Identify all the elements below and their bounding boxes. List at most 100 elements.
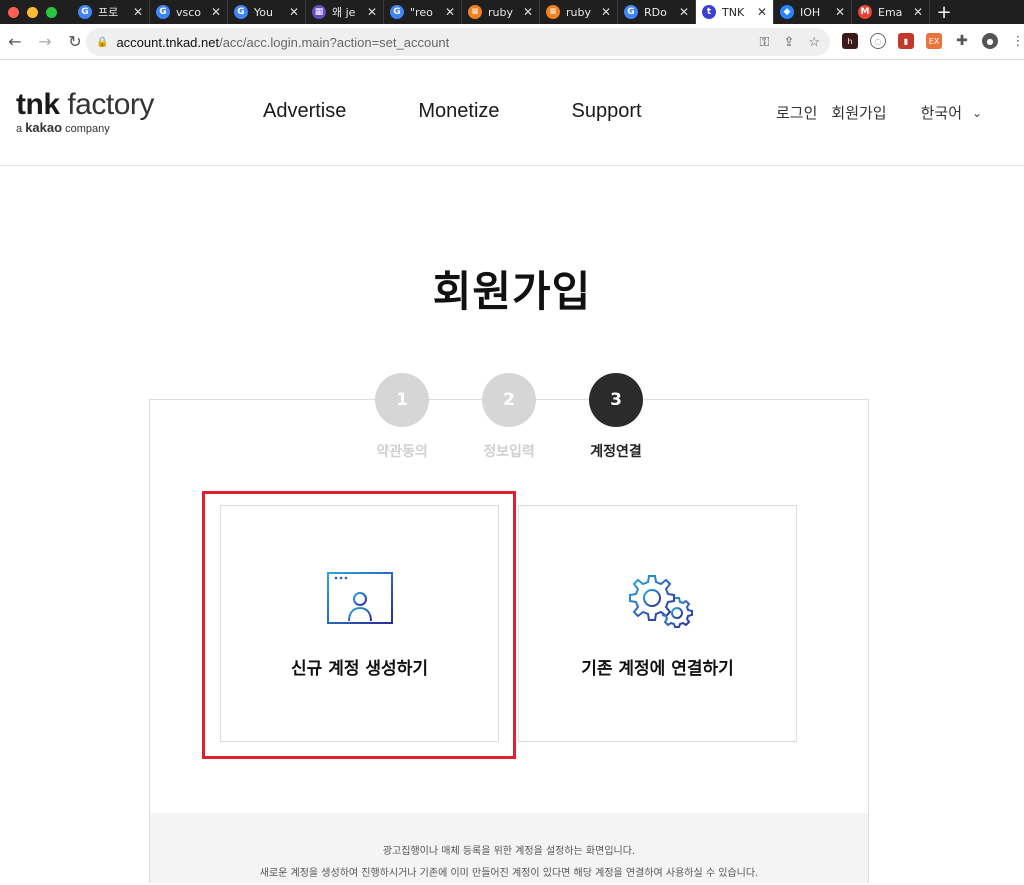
tab-close-icon[interactable]: ✕	[445, 5, 455, 19]
tab-close-icon[interactable]: ✕	[679, 5, 689, 19]
step-2: 2 정보입력	[464, 373, 554, 461]
chevron-down-icon: ⌄	[972, 105, 983, 120]
maximize-window-button[interactable]	[46, 6, 57, 18]
nav-monetize[interactable]: Monetize	[418, 100, 499, 123]
step-1-label: 약관동의	[376, 444, 428, 460]
tab-close-icon[interactable]: ✕	[757, 5, 767, 19]
tab-favicon-icon: ≡	[546, 5, 560, 19]
tab-favicon-icon: ◆	[780, 5, 794, 19]
lock-icon: 🔒	[96, 36, 109, 48]
nav-support[interactable]: Support	[572, 100, 642, 123]
step-3: 3 계정연결	[571, 373, 661, 461]
tab-favicon-icon: G	[156, 5, 170, 19]
tab-title: Ema	[878, 5, 903, 19]
tab-close-icon[interactable]: ✕	[601, 5, 611, 19]
notice-box: 광고집행이나 매체 등록을 위한 계정을 설정하는 화면입니다. 새로운 계정을…	[149, 813, 869, 883]
extension-book-icon[interactable]: ▮	[898, 33, 914, 49]
tab-title: "reo	[410, 5, 433, 19]
nav-advertise[interactable]: Advertise	[263, 100, 346, 123]
tab-favicon-icon: M	[858, 5, 872, 19]
main-nav: Advertise Monetize Support	[263, 100, 714, 123]
browser-tab[interactable]: ≡ ruby ✕	[540, 0, 618, 24]
tab-favicon-icon: t	[702, 5, 716, 19]
back-icon[interactable]: ←	[0, 32, 30, 51]
profile-avatar[interactable]: ●	[982, 33, 998, 49]
window-controls	[0, 6, 72, 18]
browser-tab-strip: G 프로 ✕ Gvsco ✕ G You ✕ ▦ 왜 je ✕ G "reo ✕ ≡ ruby ✕ ≡ ruby ✕ G…	[0, 0, 1024, 24]
language-label: 한국어	[920, 104, 963, 122]
puzzle-icon[interactable]: ✚	[954, 33, 970, 49]
browser-toolbar: ← → ↻ 🔒 account.tnkad.net/acc/acc.login.…	[0, 24, 1024, 60]
link-existing-account-card[interactable]: 기존 계정에 연결하기	[518, 505, 797, 742]
extension-ex-icon[interactable]: EX	[926, 33, 942, 49]
tab-favicon-icon: G	[234, 5, 248, 19]
tab-title: vsco	[176, 5, 202, 19]
minimize-window-button[interactable]	[27, 6, 38, 18]
link-existing-account-label: 기존 계정에 연결하기	[581, 659, 734, 679]
key-icon[interactable]: ⚿	[760, 34, 770, 50]
step-1: 1 약관동의	[357, 373, 447, 461]
forward-icon[interactable]: →	[30, 32, 60, 51]
tab-close-icon[interactable]: ✕	[835, 5, 845, 19]
tab-close-icon[interactable]: ✕	[523, 5, 533, 19]
close-window-button[interactable]	[8, 6, 19, 18]
notice-line-2: 새로운 계정을 생성하여 진행하시거나 기존에 이미 만들어진 계정이 있다면 …	[259, 868, 759, 879]
new-tab-button[interactable]: +	[930, 2, 958, 23]
signup-link[interactable]: 회원가입	[831, 102, 886, 123]
tab-title: You	[254, 5, 273, 19]
browser-tab[interactable]: M Ema ✕	[852, 0, 930, 24]
browser-tab[interactable]: G 프로 ✕	[72, 0, 150, 24]
tab-close-icon[interactable]: ✕	[133, 5, 143, 19]
logo-tnk: tnk	[16, 88, 60, 121]
language-select[interactable]: 한국어 ⌄	[921, 102, 996, 123]
share-icon[interactable]: ⇪	[783, 34, 794, 50]
extension-red-icon[interactable]: h	[842, 33, 858, 49]
tab-title: ruby	[566, 5, 591, 19]
login-link[interactable]: 로그인	[776, 102, 817, 123]
browser-tab[interactable]: ▦ 왜 je ✕	[306, 0, 384, 24]
tab-close-icon[interactable]: ✕	[289, 5, 299, 19]
extensions-bar: h ◌ ▮ EX ✚ ● ⋮	[842, 33, 1024, 49]
step-3-label: 계정연결	[590, 444, 642, 460]
address-bar[interactable]: 🔒 account.tnkad.net/acc/acc.login.main?a…	[86, 28, 830, 56]
page-title: 회원가입	[432, 267, 592, 316]
tab-favicon-icon: ≡	[468, 5, 482, 19]
tab-title: IOH	[800, 5, 821, 19]
extension-circle-icon[interactable]: ◌	[870, 33, 886, 49]
browser-tab[interactable]: G "reo ✕	[384, 0, 462, 24]
logo-sub-a: a	[16, 123, 23, 135]
browser-tab[interactable]: G You ✕	[228, 0, 306, 24]
tab-close-icon[interactable]: ✕	[913, 5, 923, 19]
site-header: tnk factory a kakao company Advertise Mo…	[0, 60, 1024, 166]
browser-tab[interactable]: G RDo ✕	[618, 0, 696, 24]
tab-close-icon[interactable]: ✕	[211, 5, 221, 19]
browser-tabs: G 프로 ✕ Gvsco ✕ G You ✕ ▦ 왜 je ✕ G "reo ✕ ≡ ruby ✕ ≡ ruby ✕ G…	[72, 0, 930, 24]
notice-line-1: 광고집행이나 매체 등록을 위한 계정을 설정하는 화면입니다.	[382, 846, 636, 857]
logo-sub-company: company	[65, 123, 110, 135]
tab-title: 왜 je	[332, 6, 356, 19]
step-1-number: 1	[375, 373, 429, 427]
menu-dots-icon[interactable]: ⋮	[1010, 33, 1024, 49]
tab-title: ruby	[488, 5, 513, 19]
tab-close-icon[interactable]: ✕	[367, 5, 377, 19]
browser-tab[interactable]: ◆ IOH ✕	[774, 0, 852, 24]
browser-tab[interactable]: t TNK ✕	[696, 0, 774, 24]
highlight-box	[202, 491, 516, 759]
browser-tab[interactable]: Gvsco ✕	[150, 0, 228, 24]
tab-title: 프로	[98, 6, 119, 19]
step-2-number: 2	[482, 373, 536, 427]
utility-nav: 로그인 회원가입 한국어 ⌄	[776, 102, 996, 123]
url-host: account.tnkad.net	[116, 34, 220, 50]
tab-favicon-icon: G	[78, 5, 92, 19]
step-2-label: 정보입력	[483, 444, 535, 460]
browser-tab[interactable]: ≡ ruby ✕	[462, 0, 540, 24]
tab-title: TNK	[722, 5, 745, 19]
tab-favicon-icon: G	[624, 5, 638, 19]
bookmark-star-icon[interactable]: ☆	[808, 34, 820, 50]
gears-icon	[628, 575, 693, 628]
tab-title: RDo	[644, 5, 667, 19]
tnk-factory-logo[interactable]: tnk factory a kakao company	[16, 88, 154, 135]
tab-favicon-icon: ▦	[312, 5, 326, 19]
logo-factory: factory	[67, 88, 154, 121]
url-path: /acc/acc.login.main?action=set_account	[219, 34, 450, 50]
